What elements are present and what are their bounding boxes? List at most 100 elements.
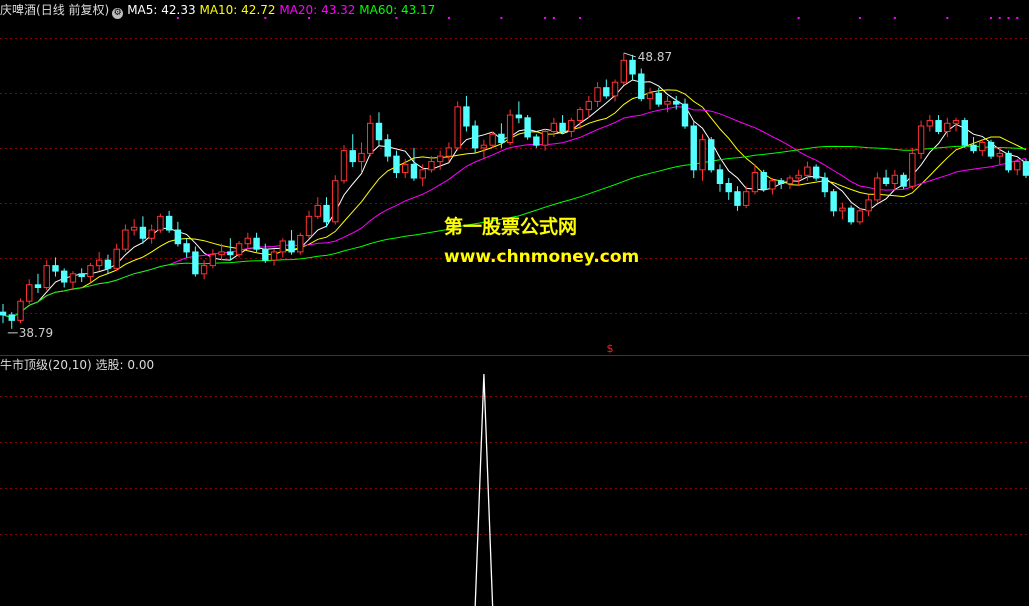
candle[interactable] — [952, 117, 960, 132]
candle[interactable] — [43, 260, 50, 291]
candle[interactable] — [874, 172, 881, 203]
candle[interactable] — [419, 164, 426, 187]
candle[interactable] — [139, 216, 147, 244]
candle[interactable] — [279, 238, 287, 258]
candle[interactable] — [742, 186, 750, 209]
candle[interactable] — [891, 169, 899, 189]
candle[interactable] — [384, 134, 391, 162]
candle[interactable] — [559, 115, 566, 135]
candle[interactable] — [471, 120, 479, 154]
candle[interactable] — [987, 139, 995, 159]
candle[interactable] — [917, 120, 925, 159]
candle[interactable] — [909, 147, 916, 189]
candle[interactable] — [935, 115, 942, 135]
candle[interactable] — [690, 120, 697, 179]
candle[interactable] — [681, 98, 689, 129]
candle[interactable] — [769, 178, 776, 195]
candle[interactable] — [603, 79, 610, 99]
candle[interactable] — [716, 164, 724, 192]
candle[interactable] — [524, 115, 531, 140]
candle[interactable] — [0, 303, 7, 324]
candle[interactable] — [506, 109, 514, 146]
candle[interactable] — [332, 175, 339, 225]
candle[interactable] — [926, 115, 934, 132]
candle[interactable] — [856, 208, 864, 225]
candle[interactable] — [839, 202, 846, 220]
candle[interactable] — [620, 52, 628, 85]
candle[interactable] — [367, 115, 374, 157]
candle[interactable] — [882, 169, 890, 187]
candle[interactable] — [541, 128, 549, 151]
candle[interactable] — [821, 172, 829, 198]
candle[interactable] — [358, 142, 365, 173]
candle[interactable] — [594, 82, 601, 107]
candle[interactable] — [812, 164, 820, 181]
candle[interactable] — [638, 68, 645, 102]
candle[interactable] — [533, 134, 540, 148]
candle[interactable] — [104, 254, 112, 274]
candle[interactable] — [209, 249, 217, 269]
candle[interactable] — [515, 101, 523, 124]
candle[interactable] — [786, 175, 794, 189]
candle[interactable] — [244, 232, 252, 250]
candle[interactable] — [253, 232, 260, 252]
candle[interactable] — [410, 147, 418, 181]
candle[interactable] — [777, 178, 785, 189]
stock-name[interactable]: 庆啤酒 — [0, 3, 36, 17]
candle[interactable] — [611, 79, 619, 102]
candle[interactable] — [585, 95, 593, 118]
settings-gear-icon[interactable]: ⚙ — [112, 8, 124, 19]
indicator-name[interactable]: 牛市顶级(20,10) — [0, 358, 92, 372]
candle[interactable] — [454, 101, 461, 151]
candle[interactable] — [34, 273, 42, 293]
candle[interactable] — [52, 257, 59, 277]
candle[interactable] — [288, 230, 295, 255]
candle[interactable] — [26, 279, 33, 304]
candle[interactable] — [646, 87, 654, 110]
candlestick-series[interactable] — [0, 52, 1029, 329]
candle[interactable] — [629, 54, 636, 80]
candle[interactable] — [847, 205, 855, 225]
candle[interactable] — [979, 139, 986, 157]
candle[interactable] — [157, 213, 164, 233]
candle[interactable] — [122, 224, 129, 252]
candle[interactable] — [8, 312, 15, 329]
candle[interactable] — [200, 260, 208, 280]
candle[interactable] — [865, 194, 872, 217]
candle[interactable] — [568, 117, 575, 137]
candle[interactable] — [148, 224, 155, 244]
period-label[interactable]: (日线 前复权) — [36, 3, 109, 17]
candle[interactable] — [489, 131, 496, 148]
candle[interactable] — [830, 188, 837, 217]
candle[interactable] — [192, 246, 199, 277]
candle[interactable] — [227, 238, 234, 261]
candle[interactable] — [751, 164, 759, 195]
candle[interactable] — [1014, 158, 1021, 176]
candle[interactable] — [78, 268, 85, 283]
candle[interactable] — [314, 197, 321, 220]
candle[interactable] — [60, 268, 68, 288]
candle[interactable] — [165, 210, 173, 233]
candle[interactable] — [428, 156, 435, 173]
candle[interactable] — [17, 298, 24, 324]
candle[interactable] — [795, 169, 802, 187]
candle[interactable] — [130, 219, 138, 236]
candle[interactable] — [463, 95, 470, 132]
watermark-url[interactable]: www.chnmoney.com — [444, 247, 639, 267]
candle[interactable] — [393, 150, 400, 179]
candle[interactable] — [375, 112, 383, 146]
candle[interactable] — [708, 136, 715, 173]
candle[interactable] — [69, 271, 77, 291]
candle[interactable] — [87, 262, 94, 283]
candle[interactable] — [349, 134, 356, 168]
candle[interactable] — [699, 134, 706, 181]
candle[interactable] — [664, 95, 671, 113]
candle[interactable] — [113, 243, 120, 272]
candle[interactable] — [1005, 150, 1012, 173]
candle[interactable] — [760, 169, 767, 192]
candle[interactable] — [235, 240, 243, 258]
candle[interactable] — [725, 178, 732, 200]
candle[interactable] — [95, 251, 103, 272]
candle[interactable] — [270, 249, 278, 266]
candle[interactable] — [297, 232, 304, 255]
